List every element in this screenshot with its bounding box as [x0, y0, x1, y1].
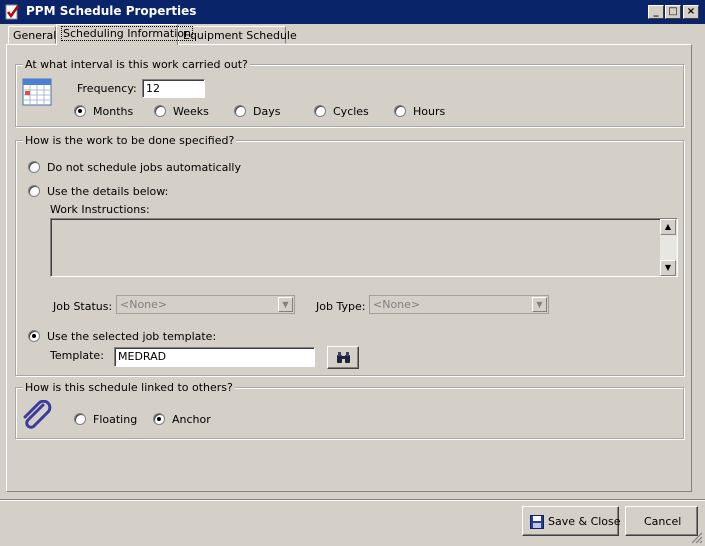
anchor-label: Anchor: [172, 413, 211, 426]
days-radio[interactable]: [234, 105, 246, 117]
save-close-label: Save & Close: [548, 515, 621, 528]
job-type-label: Job Type:: [316, 300, 366, 313]
weeks-label: Weeks: [173, 105, 209, 118]
link-legend: How is this schedule linked to others?: [23, 381, 235, 394]
window-title: PPM Schedule Properties: [26, 4, 197, 18]
tab-general[interactable]: General: [8, 26, 56, 44]
tab-label: Scheduling Information: [61, 26, 193, 41]
maximize-button[interactable]: □: [665, 5, 681, 19]
tab-equipment-schedule[interactable]: Equipment Schedule: [178, 26, 297, 44]
hours-radio[interactable]: [394, 105, 406, 117]
save-close-button[interactable]: Save & Close: [522, 506, 621, 536]
app-icon: [5, 4, 20, 20]
tab-label: General: [13, 29, 57, 42]
tab-scheduling-information[interactable]: Scheduling Information: [56, 24, 193, 45]
use-details-radio[interactable]: [28, 185, 40, 197]
scroll-up-icon[interactable]: ▲: [660, 219, 676, 235]
job-status-value: <None>: [120, 298, 168, 311]
work-instructions-textarea[interactable]: [50, 218, 678, 277]
interval-legend: At what interval is this work carried ou…: [23, 58, 250, 71]
job-type-dropdown[interactable]: <None> ▼: [369, 295, 549, 314]
chevron-down-icon[interactable]: ▼: [532, 297, 547, 312]
no-auto-schedule-radio[interactable]: [28, 161, 40, 173]
weeks-radio[interactable]: [154, 105, 166, 117]
work-legend: How is the work to be done specified?: [23, 134, 237, 147]
resize-grip-icon[interactable]: [690, 531, 703, 544]
cycles-label: Cycles: [333, 105, 369, 118]
frequency-input[interactable]: 12: [142, 79, 205, 98]
calendar-icon: [22, 78, 52, 106]
frequency-label: Frequency:: [77, 82, 137, 95]
template-label: Template:: [50, 349, 104, 362]
template-input[interactable]: MEDRAD: [114, 347, 315, 367]
instructions-scrollbar[interactable]: ▲ ▼: [660, 219, 677, 276]
job-status-label: Job Status:: [53, 300, 113, 313]
footer-separator: [0, 499, 705, 501]
cancel-button[interactable]: Cancel: [625, 506, 698, 536]
binoculars-icon: [337, 352, 350, 363]
work-instructions-label: Work Instructions:: [50, 203, 150, 216]
minimize-button[interactable]: _: [648, 5, 664, 19]
use-details-label: Use the details below:: [47, 185, 169, 198]
use-template-radio[interactable]: [28, 330, 40, 342]
chevron-down-icon[interactable]: ▼: [278, 297, 293, 312]
job-type-value: <None>: [373, 298, 421, 311]
job-status-dropdown[interactable]: <None> ▼: [116, 295, 295, 314]
paperclip-icon: [23, 400, 52, 429]
days-label: Days: [253, 105, 281, 118]
no-auto-schedule-label: Do not schedule jobs automatically: [47, 161, 241, 174]
template-search-button[interactable]: [327, 346, 359, 369]
cycles-radio[interactable]: [314, 105, 326, 117]
anchor-radio[interactable]: [153, 413, 165, 425]
floppy-disk-icon: [530, 515, 544, 529]
scroll-down-icon[interactable]: ▼: [660, 260, 676, 276]
title-bar[interactable]: PPM Schedule Properties _ □ ×: [0, 0, 705, 24]
close-button[interactable]: ×: [683, 5, 699, 19]
months-radio[interactable]: [74, 105, 86, 117]
use-template-label: Use the selected job template:: [47, 330, 217, 343]
floating-label: Floating: [93, 413, 138, 426]
tab-label: Equipment Schedule: [183, 29, 297, 42]
floating-radio[interactable]: [74, 413, 86, 425]
cancel-label: Cancel: [644, 515, 682, 528]
months-label: Months: [93, 105, 134, 118]
hours-label: Hours: [413, 105, 446, 118]
